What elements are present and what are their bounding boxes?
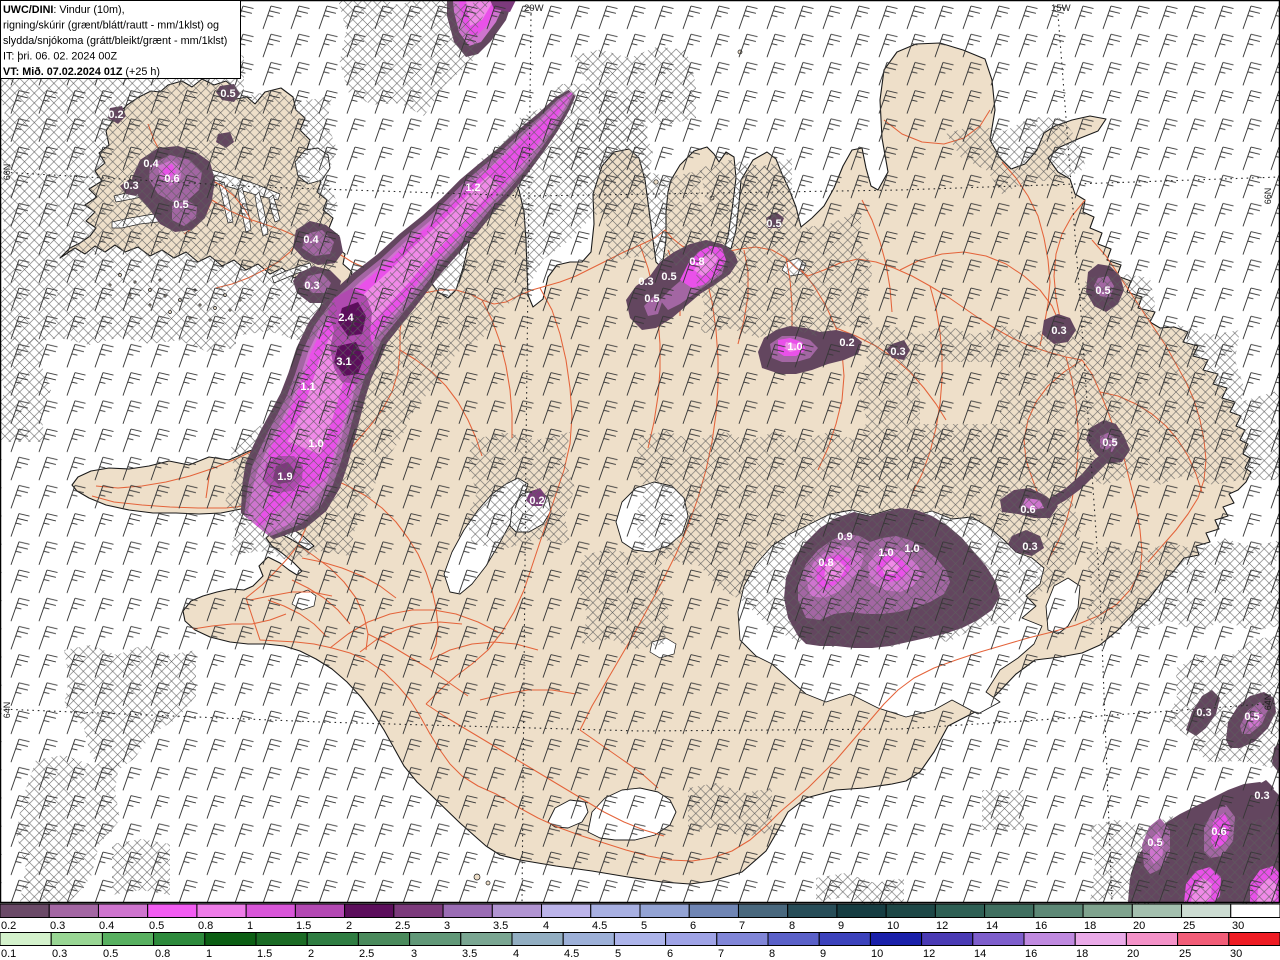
svg-text:0.4: 0.4 [143, 158, 159, 170]
svg-text:2.5: 2.5 [359, 948, 374, 960]
svg-text:0.3: 0.3 [1196, 707, 1211, 719]
svg-text:0.5: 0.5 [173, 199, 188, 211]
svg-text:IT: þri. 06. 02. 2024 00Z: IT: þri. 06. 02. 2024 00Z [3, 51, 117, 63]
svg-text:0.9: 0.9 [837, 531, 852, 543]
svg-text:14: 14 [974, 948, 986, 960]
svg-text:18: 18 [1076, 948, 1088, 960]
svg-text:1.0: 1.0 [878, 547, 893, 559]
svg-text:16: 16 [1035, 920, 1047, 932]
svg-text:25: 25 [1179, 948, 1191, 960]
svg-text:1.0: 1.0 [308, 438, 323, 450]
svg-text:0.6: 0.6 [1020, 504, 1035, 516]
svg-text:16: 16 [1025, 948, 1037, 960]
svg-text:0.2: 0.2 [108, 109, 123, 121]
svg-text:1: 1 [206, 948, 212, 960]
svg-text:0.1: 0.1 [1, 948, 16, 960]
svg-text:rigning/skúrir (grænt/blátt/ra: rigning/skúrir (grænt/blátt/rautt - mm/1… [3, 20, 219, 32]
svg-text:0.4: 0.4 [303, 234, 319, 246]
svg-text:0.2: 0.2 [839, 337, 854, 349]
svg-text:0.3: 0.3 [1051, 325, 1066, 337]
svg-text:2: 2 [308, 948, 314, 960]
svg-text:10: 10 [871, 948, 883, 960]
svg-text:0.6: 0.6 [1211, 826, 1226, 838]
svg-text:1.9: 1.9 [277, 471, 292, 483]
svg-text:1: 1 [247, 920, 253, 932]
svg-text:slydda/snjókoma (grátt/bleikt/: slydda/snjókoma (grátt/bleikt/grænt - mm… [3, 35, 227, 47]
svg-text:0.3: 0.3 [890, 346, 905, 358]
svg-text:30: 30 [1232, 920, 1244, 932]
svg-text:0.8: 0.8 [198, 920, 213, 932]
svg-text:7: 7 [739, 920, 745, 932]
svg-text:1.5: 1.5 [296, 920, 311, 932]
svg-text:UWC/DINI: Vindur (10m),: UWC/DINI: Vindur (10m), [3, 4, 125, 16]
svg-text:0.8: 0.8 [155, 948, 170, 960]
svg-text:10: 10 [887, 920, 899, 932]
svg-text:0.8: 0.8 [689, 256, 704, 268]
svg-text:12: 12 [923, 948, 935, 960]
svg-text:20: 20 [1127, 948, 1139, 960]
svg-text:2: 2 [346, 920, 352, 932]
svg-text:3.5: 3.5 [462, 948, 477, 960]
svg-text:0.8: 0.8 [818, 557, 833, 569]
svg-text:5: 5 [615, 948, 621, 960]
svg-text:2.5: 2.5 [395, 920, 410, 932]
svg-text:0.6: 0.6 [164, 173, 179, 185]
svg-text:12: 12 [936, 920, 948, 932]
svg-text:VT: Mið. 07.02.2024 01Z (+25 h: VT: Mið. 07.02.2024 01Z (+25 h) [3, 66, 160, 78]
svg-text:14: 14 [986, 920, 998, 932]
svg-text:2.4: 2.4 [338, 312, 354, 324]
svg-text:1.5: 1.5 [257, 948, 272, 960]
svg-text:3: 3 [444, 920, 450, 932]
svg-text:0.3: 0.3 [304, 280, 319, 292]
svg-text:4.5: 4.5 [592, 920, 607, 932]
svg-text:0.3: 0.3 [52, 948, 67, 960]
svg-text:4: 4 [513, 948, 519, 960]
svg-text:6: 6 [690, 920, 696, 932]
svg-text:20: 20 [1133, 920, 1145, 932]
svg-text:0.5: 0.5 [766, 218, 781, 230]
svg-text:25: 25 [1183, 920, 1195, 932]
svg-text:9: 9 [838, 920, 844, 932]
svg-text:18: 18 [1084, 920, 1096, 932]
svg-text:0.5: 0.5 [1244, 711, 1259, 723]
svg-text:1.2: 1.2 [465, 182, 480, 194]
svg-text:3.5: 3.5 [493, 920, 508, 932]
svg-text:8: 8 [769, 948, 775, 960]
svg-text:4.5: 4.5 [564, 948, 579, 960]
svg-text:9: 9 [820, 948, 826, 960]
svg-text:1.0: 1.0 [787, 341, 802, 353]
svg-text:0.5: 0.5 [644, 293, 659, 305]
svg-text:0.4: 0.4 [99, 920, 114, 932]
svg-text:0.5: 0.5 [1102, 437, 1117, 449]
svg-text:0.5: 0.5 [1147, 837, 1162, 849]
svg-text:3.1: 3.1 [336, 356, 351, 368]
svg-text:0.5: 0.5 [149, 920, 164, 932]
svg-text:0.2: 0.2 [1, 920, 16, 932]
svg-text:4: 4 [543, 920, 549, 932]
svg-text:0.5: 0.5 [220, 88, 235, 100]
svg-text:5: 5 [641, 920, 647, 932]
svg-text:6: 6 [667, 948, 673, 960]
svg-text:0.5: 0.5 [1095, 285, 1110, 297]
svg-text:0.3: 0.3 [1254, 790, 1269, 802]
svg-text:8: 8 [789, 920, 795, 932]
svg-text:1.1: 1.1 [300, 381, 315, 393]
svg-text:0.3: 0.3 [1022, 541, 1037, 553]
svg-text:0.2: 0.2 [529, 495, 544, 507]
svg-text:30: 30 [1230, 948, 1242, 960]
svg-text:1.0: 1.0 [904, 543, 919, 555]
svg-text:0.3: 0.3 [638, 276, 653, 288]
svg-text:0.5: 0.5 [661, 271, 676, 283]
svg-text:0.5: 0.5 [103, 948, 118, 960]
svg-text:7: 7 [718, 948, 724, 960]
svg-text:0.3: 0.3 [123, 180, 138, 192]
svg-text:0.3: 0.3 [50, 920, 65, 932]
svg-text:3: 3 [411, 948, 417, 960]
